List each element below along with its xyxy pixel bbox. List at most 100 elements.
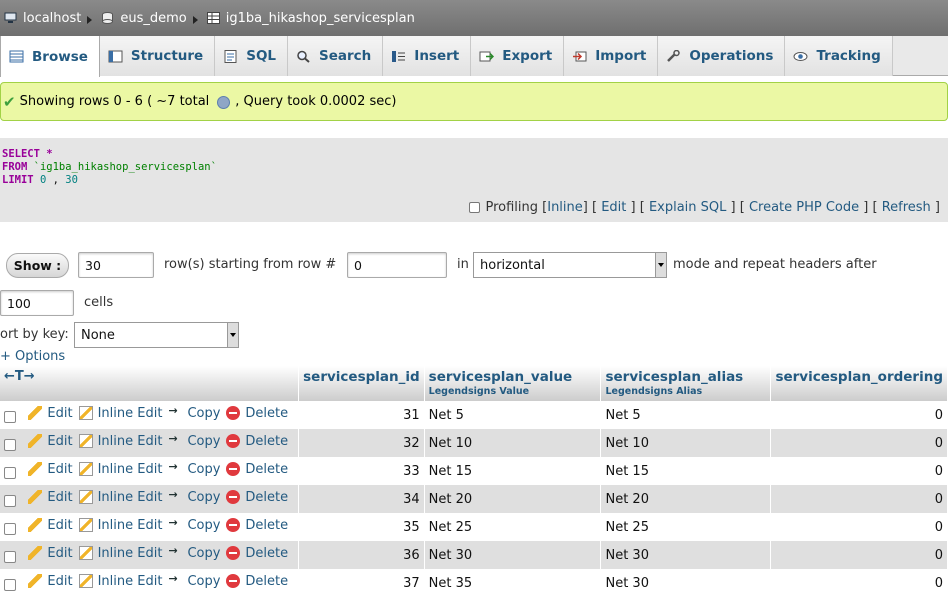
- edit-sql-link[interactable]: Edit: [601, 200, 626, 215]
- repeat-headers-input[interactable]: 100: [0, 290, 74, 316]
- start-row-input[interactable]: 0: [347, 252, 447, 278]
- cell-ordering[interactable]: 0: [770, 485, 948, 513]
- cell-value[interactable]: Net 20: [423, 485, 602, 513]
- inline-edit-button[interactable]: Inline Edit: [78, 406, 162, 421]
- delete-button[interactable]: Delete: [226, 490, 288, 505]
- column-header-ordering[interactable]: servicesplan_ordering: [770, 366, 948, 401]
- cell-ordering[interactable]: 0: [770, 569, 948, 597]
- rows-count-input[interactable]: 30: [78, 252, 154, 278]
- tab-structure[interactable]: Structure: [99, 36, 216, 76]
- breadcrumb-table[interactable]: ig1ba_hikashop_servicesplan: [206, 11, 415, 26]
- inline-edit-button[interactable]: Inline Edit: [78, 518, 162, 533]
- breadcrumb-server[interactable]: localhost: [4, 11, 101, 26]
- tab-sql-label[interactable]: SQL: [246, 48, 276, 64]
- display-mode-select[interactable]: horizontal: [473, 252, 667, 278]
- delete-button[interactable]: Delete: [226, 546, 288, 561]
- cell-id[interactable]: 36: [298, 541, 425, 569]
- column-header-id[interactable]: servicesplan_id: [298, 366, 425, 401]
- breadcrumb-table-label[interactable]: ig1ba_hikashop_servicesplan: [226, 11, 415, 26]
- column-name[interactable]: servicesplan_alias: [605, 369, 743, 385]
- edit-button[interactable]: Edit: [28, 434, 73, 449]
- cell-value[interactable]: Net 5: [423, 401, 602, 429]
- row-checkbox[interactable]: [4, 550, 16, 563]
- delete-button[interactable]: Delete: [226, 406, 288, 421]
- edit-button[interactable]: Edit: [28, 518, 73, 533]
- inline-edit-button[interactable]: Inline Edit: [78, 490, 162, 505]
- help-icon[interactable]: [217, 96, 231, 109]
- delete-button[interactable]: Delete: [226, 434, 288, 449]
- delete-button[interactable]: Delete: [226, 518, 288, 533]
- edit-button[interactable]: Edit: [28, 490, 73, 505]
- cell-ordering[interactable]: 0: [770, 541, 948, 569]
- tab-insert[interactable]: Insert: [383, 36, 472, 76]
- row-checkbox[interactable]: [4, 578, 16, 591]
- cell-id[interactable]: 37: [298, 569, 425, 597]
- copy-button[interactable]: Copy: [168, 404, 220, 421]
- cell-value[interactable]: Net 35: [423, 569, 602, 597]
- tab-search[interactable]: Search: [288, 36, 384, 76]
- tab-export-label[interactable]: Export: [502, 48, 552, 64]
- create-php-code-link[interactable]: Create PHP Code: [749, 200, 859, 215]
- tab-search-label[interactable]: Search: [319, 48, 371, 64]
- column-name[interactable]: servicesplan_id: [303, 369, 420, 385]
- cell-ordering[interactable]: 0: [770, 429, 948, 457]
- cell-ordering[interactable]: 0: [770, 457, 948, 485]
- tab-import[interactable]: Import: [564, 36, 659, 76]
- cell-value[interactable]: Net 10: [423, 429, 602, 457]
- copy-button[interactable]: Copy: [168, 544, 220, 561]
- cell-id[interactable]: 31: [298, 401, 425, 429]
- cell-id[interactable]: 33: [298, 457, 425, 485]
- tab-tracking-label[interactable]: Tracking: [816, 48, 880, 64]
- column-header-value[interactable]: servicesplan_value Legendsigns Value: [424, 366, 602, 401]
- column-name[interactable]: servicesplan_ordering: [775, 369, 943, 385]
- sort-by-key-select[interactable]: None: [74, 322, 239, 348]
- edit-button[interactable]: Edit: [28, 406, 73, 421]
- inline-edit-button[interactable]: Inline Edit: [78, 462, 162, 477]
- tab-export[interactable]: Export: [471, 36, 565, 76]
- edit-button[interactable]: Edit: [28, 574, 73, 589]
- cell-value[interactable]: Net 30: [423, 541, 602, 569]
- delete-button[interactable]: Delete: [226, 462, 288, 477]
- breadcrumb-server-label[interactable]: localhost: [23, 11, 81, 26]
- breadcrumb-database[interactable]: eus_demo: [101, 11, 206, 26]
- tab-structure-label[interactable]: Structure: [131, 48, 203, 64]
- cell-id[interactable]: 35: [298, 513, 425, 541]
- row-checkbox[interactable]: [4, 522, 16, 535]
- copy-button[interactable]: Copy: [168, 516, 220, 533]
- cell-value[interactable]: Net 25: [423, 513, 602, 541]
- cell-value[interactable]: Net 15: [423, 457, 602, 485]
- row-checkbox[interactable]: [4, 410, 16, 423]
- copy-button[interactable]: Copy: [168, 460, 220, 477]
- breadcrumb-database-label[interactable]: eus_demo: [120, 11, 186, 26]
- edit-button[interactable]: Edit: [28, 546, 73, 561]
- cell-alias[interactable]: Net 30: [600, 569, 772, 597]
- tab-import-label[interactable]: Import: [595, 48, 646, 64]
- options-link[interactable]: + Options: [0, 349, 65, 364]
- cell-alias[interactable]: Net 15: [600, 457, 772, 485]
- copy-button[interactable]: Copy: [168, 432, 220, 449]
- column-resize-arrows[interactable]: ←T→: [0, 366, 300, 401]
- cell-ordering[interactable]: 0: [770, 401, 948, 429]
- cell-id[interactable]: 34: [298, 485, 425, 513]
- row-checkbox[interactable]: [4, 438, 16, 451]
- refresh-link[interactable]: Refresh: [882, 200, 931, 215]
- profiling-checkbox[interactable]: [469, 202, 481, 213]
- cell-alias[interactable]: Net 30: [600, 541, 772, 569]
- inline-link[interactable]: Inline: [547, 200, 583, 215]
- row-checkbox[interactable]: [4, 466, 16, 479]
- cell-alias[interactable]: Net 25: [600, 513, 772, 541]
- cell-ordering[interactable]: 0: [770, 513, 948, 541]
- copy-button[interactable]: Copy: [168, 572, 220, 589]
- cell-alias[interactable]: Net 10: [600, 429, 772, 457]
- row-checkbox[interactable]: [4, 494, 16, 507]
- explain-sql-link[interactable]: Explain SQL: [649, 200, 726, 215]
- column-header-alias[interactable]: servicesplan_alias Legendsigns Alias: [600, 366, 772, 401]
- tab-sql[interactable]: SQL: [215, 36, 289, 76]
- delete-button[interactable]: Delete: [226, 574, 288, 589]
- tab-tracking[interactable]: Tracking: [785, 36, 893, 76]
- inline-edit-button[interactable]: Inline Edit: [78, 574, 162, 589]
- column-name[interactable]: servicesplan_value: [429, 369, 573, 385]
- show-button[interactable]: Show :: [6, 253, 69, 278]
- cell-alias[interactable]: Net 20: [600, 485, 772, 513]
- tab-operations[interactable]: Operations: [658, 36, 786, 76]
